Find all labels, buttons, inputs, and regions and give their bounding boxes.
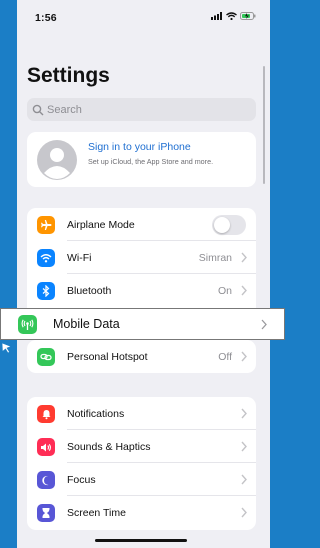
sign-in-title[interactable]: Sign in to your iPhone xyxy=(88,141,191,153)
chevron-right-icon xyxy=(241,252,247,263)
hourglass-icon xyxy=(37,504,55,522)
personal-hotspot-value: Off xyxy=(218,351,232,363)
antenna-icon xyxy=(18,315,37,334)
hotspot-card: Personal Hotspot Off xyxy=(27,340,256,373)
focus-label: Focus xyxy=(67,474,96,486)
status-icons xyxy=(211,12,256,20)
avatar-icon xyxy=(37,140,77,180)
bluetooth-row[interactable]: Bluetooth On xyxy=(27,274,256,307)
personal-hotspot-label: Personal Hotspot xyxy=(67,351,148,363)
chevron-right-icon xyxy=(261,319,267,330)
chevron-right-icon xyxy=(241,351,247,362)
hotspot-link-icon xyxy=(37,348,55,366)
sounds-haptics-row[interactable]: Sounds & Haptics xyxy=(27,430,256,463)
status-time: 1:56 xyxy=(35,12,57,24)
bell-icon xyxy=(37,405,55,423)
airplane-icon xyxy=(37,216,55,234)
chevron-right-icon xyxy=(241,441,247,452)
chevron-right-icon xyxy=(241,474,247,485)
wifi-status-icon xyxy=(226,12,237,20)
bluetooth-value: On xyxy=(217,285,232,297)
focus-row[interactable]: Focus xyxy=(27,463,256,496)
screen-time-label: Screen Time xyxy=(67,507,126,519)
wifi-label: Wi-Fi xyxy=(67,252,92,264)
scrollbar[interactable] xyxy=(263,66,265,184)
wifi-row[interactable]: Wi-Fi Simran xyxy=(27,241,256,274)
notifications-row[interactable]: Notifications xyxy=(27,397,256,430)
speaker-icon xyxy=(37,438,55,456)
home-indicator xyxy=(95,539,187,542)
wifi-value: Simran xyxy=(198,252,232,264)
battery-charging-icon xyxy=(240,12,256,20)
cellular-signal-icon xyxy=(211,12,222,20)
sign-in-subtitle: Set up iCloud, the App Store and more. xyxy=(88,157,214,166)
search-placeholder: Search xyxy=(47,103,82,116)
airplane-mode-row[interactable]: Airplane Mode xyxy=(27,208,256,241)
airplane-mode-toggle[interactable] xyxy=(212,215,246,235)
personal-hotspot-row[interactable]: Personal Hotspot Off xyxy=(27,340,256,373)
chevron-right-icon xyxy=(241,507,247,518)
wifi-icon xyxy=(37,249,55,267)
apple-account-card[interactable]: Sign in to your iPhone Set up iCloud, th… xyxy=(27,132,256,187)
sounds-haptics-label: Sounds & Haptics xyxy=(67,441,151,453)
general-group: Notifications Sounds & Haptics Focus Scr… xyxy=(27,397,256,530)
search-icon xyxy=(32,104,44,115)
bluetooth-label: Bluetooth xyxy=(67,285,112,297)
screen-time-row[interactable]: Screen Time xyxy=(27,496,256,529)
mobile-data-label: Mobile Data xyxy=(53,317,120,331)
moon-icon xyxy=(37,471,55,489)
search-field[interactable]: Search xyxy=(27,98,256,121)
phone-screen: 1:56 Settings Search Sign in to your iPh… xyxy=(17,0,270,548)
toggle-knob xyxy=(214,217,230,233)
chevron-right-icon xyxy=(241,285,247,296)
airplane-mode-label: Airplane Mode xyxy=(67,219,135,231)
bluetooth-icon xyxy=(37,282,55,300)
pointer-cursor-icon xyxy=(1,342,12,354)
mobile-data-row-highlighted[interactable]: Mobile Data xyxy=(0,308,285,340)
page-title: Settings xyxy=(27,64,110,87)
status-bar: 1:56 xyxy=(17,0,270,30)
chevron-right-icon xyxy=(241,408,247,419)
notifications-label: Notifications xyxy=(67,408,125,420)
